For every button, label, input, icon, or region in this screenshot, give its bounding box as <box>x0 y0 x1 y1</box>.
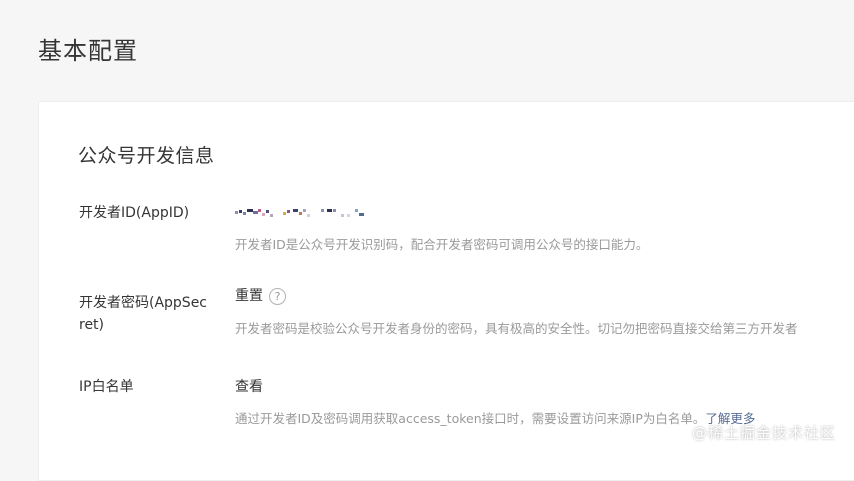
ip-whitelist-desc-text: 通过开发者ID及密码调用获取access_token接口时，需要设置访问来源IP… <box>235 411 706 426</box>
reset-secret-link[interactable]: 重置 <box>235 288 263 304</box>
section-title: 公众号开发信息 <box>78 145 215 167</box>
appid-label: 开发者ID(AppID) <box>79 205 190 221</box>
appid-description: 开发者ID是公众号开发识别码，配合开发者密码可调用公众号的接口能力。 <box>235 237 649 252</box>
appsecret-actions: 重置? <box>235 286 286 306</box>
appid-value <box>235 202 385 222</box>
ip-whitelist-label: IP白名单 <box>79 379 134 395</box>
ip-whitelist-description: 通过开发者ID及密码调用获取access_token接口时，需要设置访问来源IP… <box>235 409 755 429</box>
question-circle-icon[interactable]: ? <box>269 287 286 305</box>
page-title: 基本配置 <box>38 37 138 65</box>
ip-whitelist-actions: 查看 <box>235 377 263 397</box>
view-ip-whitelist-link[interactable]: 查看 <box>235 379 263 395</box>
appid-masked-value <box>235 206 385 218</box>
watermark: @稀土掘金技术社区 <box>691 424 836 442</box>
appsecret-description: 开发者密码是校验公众号开发者身份的密码，具有极高的安全性。切记勿把密码直接交给第… <box>235 321 798 336</box>
appsecret-label: 开发者密码(AppSecret) <box>79 295 208 333</box>
